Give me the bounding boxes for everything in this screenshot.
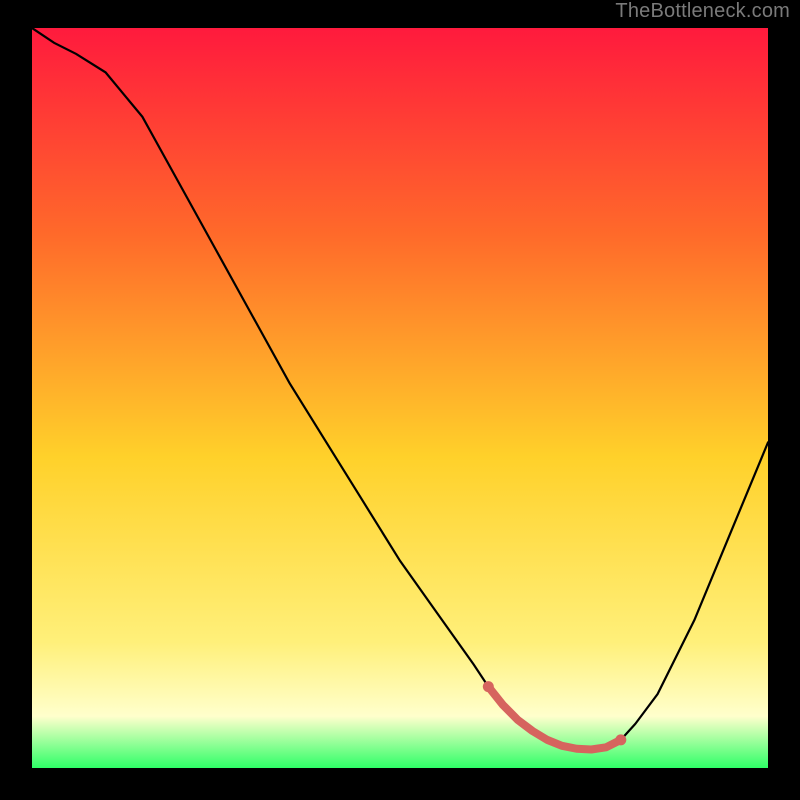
watermark-label: TheBottleneck.com <box>615 0 790 23</box>
chart-svg <box>32 28 768 768</box>
heatmap-plot <box>32 28 768 768</box>
chart-frame: TheBottleneck.com <box>0 0 800 800</box>
marker-dot <box>483 681 494 692</box>
marker-dot <box>615 734 626 745</box>
gradient-background <box>32 28 768 768</box>
